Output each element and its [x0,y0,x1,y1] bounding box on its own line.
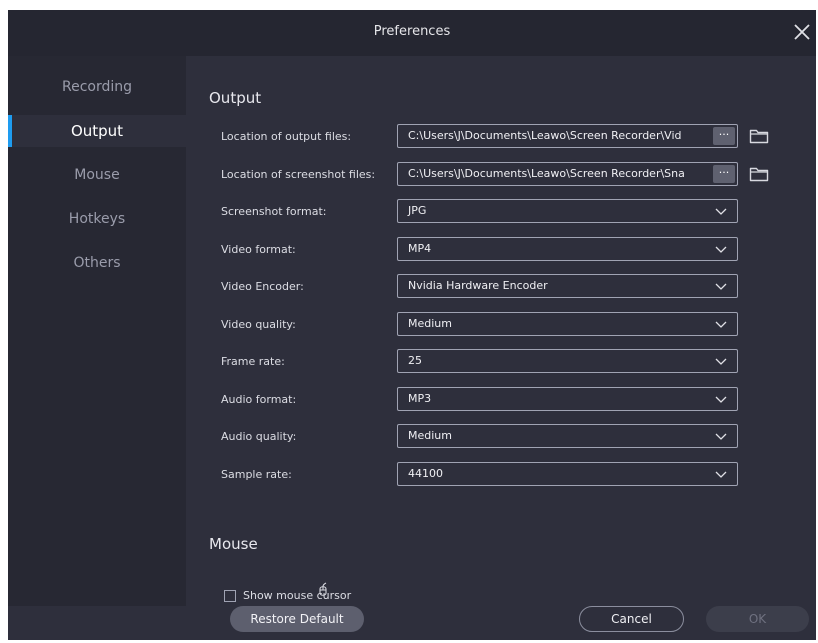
sidebar-item-output[interactable]: Output [8,115,186,147]
sample-rate-select[interactable]: 44100 [397,462,738,486]
audio-quality-value: Medium [408,429,452,442]
cancel-button[interactable]: Cancel [579,606,684,632]
video-encoder-select[interactable]: Nvidia Hardware Encoder [397,274,738,298]
sidebar: Recording Output Mouse Hotkeys Others [8,56,186,606]
settings-panel: Output Location of output files: C:\User… [186,56,816,606]
frame-rate-label: Frame rate: [221,355,285,368]
video-format-select[interactable]: MP4 [397,237,738,261]
output-location-label: Location of output files: [221,130,352,143]
screenshot-location-value: C:\Users\J\Documents\Leawo\Screen Record… [408,167,685,180]
chevron-down-icon [715,358,727,365]
close-icon[interactable] [790,20,814,44]
audio-format-label: Audio format: [221,393,297,406]
audio-quality-select[interactable]: Medium [397,424,738,448]
output-location-field[interactable]: C:\Users\J\Documents\Leawo\Screen Record… [397,124,738,148]
video-format-label: Video format: [221,243,296,256]
chevron-down-icon [715,283,727,290]
audio-format-select[interactable]: MP3 [397,387,738,411]
output-location-value: C:\Users\J\Documents\Leawo\Screen Record… [408,129,682,142]
sample-rate-value: 44100 [408,467,443,480]
video-quality-label: Video quality: [221,318,296,331]
screenshot-format-label: Screenshot format: [221,205,327,218]
screenshot-format-value: JPG [408,204,427,217]
folder-icon[interactable] [749,166,769,182]
title-bar: Preferences [8,10,816,56]
browse-screenshot-button[interactable]: ··· [713,165,735,183]
chevron-down-icon [715,433,727,440]
frame-rate-select[interactable]: 25 [397,349,738,373]
sidebar-item-others[interactable]: Others [8,247,186,279]
chevron-down-icon [715,471,727,478]
video-encoder-value: Nvidia Hardware Encoder [408,279,548,292]
sidebar-item-recording[interactable]: Recording [8,71,186,103]
chevron-down-icon [715,246,727,253]
mouse-section-title: Mouse [209,535,258,553]
chevron-down-icon [715,396,727,403]
screenshot-location-label: Location of screenshot files: [221,168,376,181]
ok-button[interactable]: OK [706,606,809,632]
show-mouse-cursor-checkbox[interactable] [224,590,236,602]
audio-format-value: MP3 [408,392,432,405]
video-quality-select[interactable]: Medium [397,312,738,336]
screenshot-location-field[interactable]: C:\Users\J\Documents\Leawo\Screen Record… [397,162,738,186]
audio-quality-label: Audio quality: [221,430,297,443]
video-encoder-label: Video Encoder: [221,280,304,293]
output-section-title: Output [209,89,262,107]
folder-icon[interactable] [749,128,769,144]
sample-rate-label: Sample rate: [221,468,292,481]
dialog-footer: Restore Default Cancel OK [8,606,816,640]
show-mouse-cursor-label: Show mouse cursor [243,589,352,602]
sidebar-item-hotkeys[interactable]: Hotkeys [8,203,186,235]
window-title: Preferences [373,24,451,39]
browse-output-button[interactable]: ··· [713,127,735,145]
video-format-value: MP4 [408,242,432,255]
video-quality-value: Medium [408,317,452,330]
restore-default-button[interactable]: Restore Default [230,606,364,632]
chevron-down-icon [715,208,727,215]
sidebar-item-mouse[interactable]: Mouse [8,159,186,191]
frame-rate-value: 25 [408,354,422,367]
screenshot-format-select[interactable]: JPG [397,199,738,223]
chevron-down-icon [715,321,727,328]
mouse-cursor-icon [319,582,327,596]
preferences-window: Preferences Recording Output Mouse Hotke… [8,10,816,640]
